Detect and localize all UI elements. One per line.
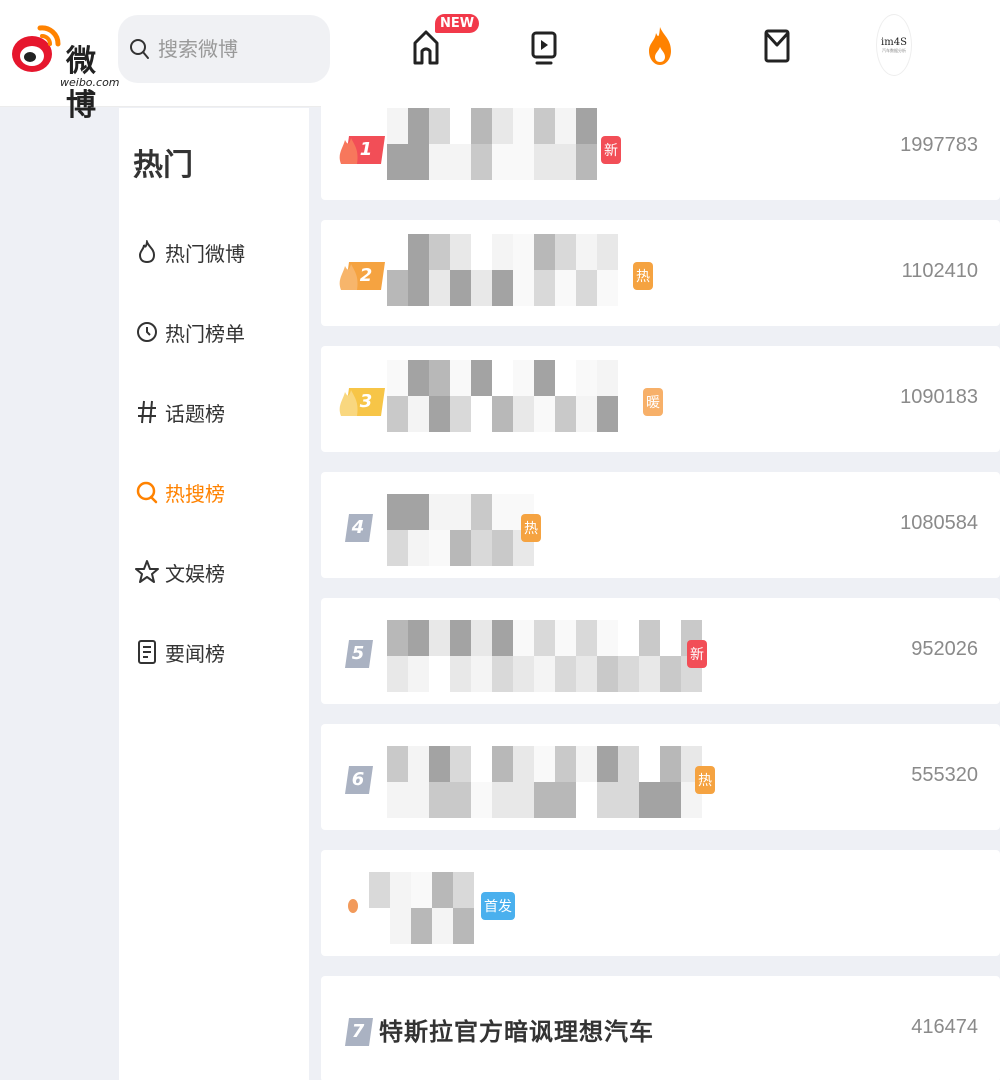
rank-number: 4: [351, 516, 365, 538]
hot-search-title-redacted[interactable]: [387, 360, 618, 432]
top-header: 微博 weibo.com NEW im4: [0, 0, 1000, 123]
heat-count: 555320: [911, 764, 978, 786]
sidebar-title: 热门: [133, 148, 193, 183]
video-icon: [531, 31, 557, 65]
heat-count: 1080584: [900, 512, 978, 534]
status-badge: 首发: [481, 892, 515, 920]
hot-search-item[interactable]: 1 新 1997783: [321, 94, 1000, 200]
news-icon: [135, 640, 159, 664]
rank-number: 3: [359, 390, 373, 412]
rank-number: 2: [359, 264, 373, 286]
hot-search-item[interactable]: 首发: [321, 850, 1000, 956]
flame-outline-icon: [135, 240, 159, 264]
new-badge: NEW: [435, 14, 480, 33]
status-badge: 新: [687, 640, 707, 668]
avatar-text: im4S: [881, 36, 907, 48]
flame-icon: [649, 27, 671, 65]
sidebar-item-label: 热门微博: [165, 241, 245, 266]
sidebar-item-label: 话题榜: [165, 401, 225, 426]
rank-badge: 4: [339, 512, 373, 542]
hashtag-icon: [135, 400, 159, 424]
rank-number: 1: [359, 138, 373, 160]
hot-search-title-redacted[interactable]: [387, 234, 618, 306]
heat-count: 1997783: [900, 134, 978, 156]
hot-search-item[interactable]: 6 热 555320: [321, 724, 1000, 830]
heat-count: 1102410: [901, 260, 978, 282]
sidebar-item-hot-list[interactable]: 热门榜单: [135, 312, 305, 352]
hot-search-title-redacted[interactable]: [387, 108, 597, 180]
hot-search-item[interactable]: 5 新 952026: [321, 598, 1000, 704]
status-badge: 热: [521, 514, 541, 542]
hot-search-title-redacted[interactable]: [369, 872, 474, 944]
avatar-subtext: 汽车数据分析: [882, 47, 906, 53]
rank-number: 7: [351, 1020, 365, 1042]
hot-search-item[interactable]: 7 特斯拉官方暗讽理想汽车 416474: [321, 976, 1000, 1080]
hot-search-title[interactable]: 特斯拉官方暗讽理想汽车: [379, 1012, 654, 1047]
search-input[interactable]: [158, 37, 318, 61]
bullet-dot: [348, 899, 358, 913]
status-badge: 新: [601, 136, 621, 164]
heat-count: 952026: [911, 638, 978, 660]
avatar[interactable]: im4S 汽车数据分析: [876, 14, 912, 76]
rank-badge: 6: [339, 764, 373, 794]
search-box[interactable]: [118, 15, 330, 83]
hot-search-item[interactable]: 2 热 1102410: [321, 220, 1000, 326]
sidebar-item-label: 热搜榜: [165, 481, 225, 506]
search-icon: [130, 39, 149, 59]
rank-number: 6: [351, 768, 365, 790]
sidebar: 热门 热门微博 热门榜单 话题榜 热搜榜 文娱榜 要闻榜: [119, 108, 309, 1080]
rank-badge: 2: [339, 260, 385, 290]
hot-search-item[interactable]: 3 暖 1090183: [321, 346, 1000, 452]
heat-count: 1090183: [900, 386, 978, 408]
rank-badge: 3: [339, 386, 385, 416]
rank-badge: 1: [339, 134, 385, 164]
hot-search-title-redacted[interactable]: [387, 620, 702, 692]
hot-search-title-redacted[interactable]: [387, 494, 534, 566]
rank-badge: 7: [339, 1016, 373, 1046]
nav-video[interactable]: [516, 20, 572, 74]
weibo-eye-icon: [12, 25, 61, 72]
heat-count: 416474: [911, 1016, 978, 1038]
sidebar-item-topics[interactable]: 话题榜: [135, 392, 305, 432]
status-badge: 暖: [643, 388, 663, 416]
sidebar-item-label: 文娱榜: [165, 561, 225, 586]
hot-search-item[interactable]: 4 热 1080584: [321, 472, 1000, 578]
sidebar-item-news[interactable]: 要闻榜: [135, 632, 305, 672]
rank-number: 5: [351, 642, 365, 664]
status-badge: 热: [633, 262, 653, 290]
mail-icon: [764, 29, 790, 63]
sidebar-item-hot-weibo[interactable]: 热门微博: [135, 232, 305, 272]
search-icon: [135, 480, 159, 504]
rank-badge: 5: [339, 638, 373, 668]
sidebar-item-label: 热门榜单: [165, 321, 245, 346]
sidebar-item-entertainment[interactable]: 文娱榜: [135, 552, 305, 592]
star-icon: [135, 560, 159, 584]
nav-hot[interactable]: [632, 20, 688, 74]
sidebar-item-hot-search[interactable]: 热搜榜: [135, 472, 305, 512]
sidebar-item-label: 要闻榜: [165, 641, 225, 666]
hot-search-title-redacted[interactable]: [387, 746, 702, 818]
logo-subtext: weibo.com: [60, 76, 120, 89]
home-icon: [413, 30, 439, 65]
nav-messages[interactable]: [749, 20, 805, 74]
clock-icon: [135, 320, 159, 344]
weibo-logo[interactable]: 微博 weibo.com: [10, 14, 120, 123]
status-badge: 热: [695, 766, 715, 794]
